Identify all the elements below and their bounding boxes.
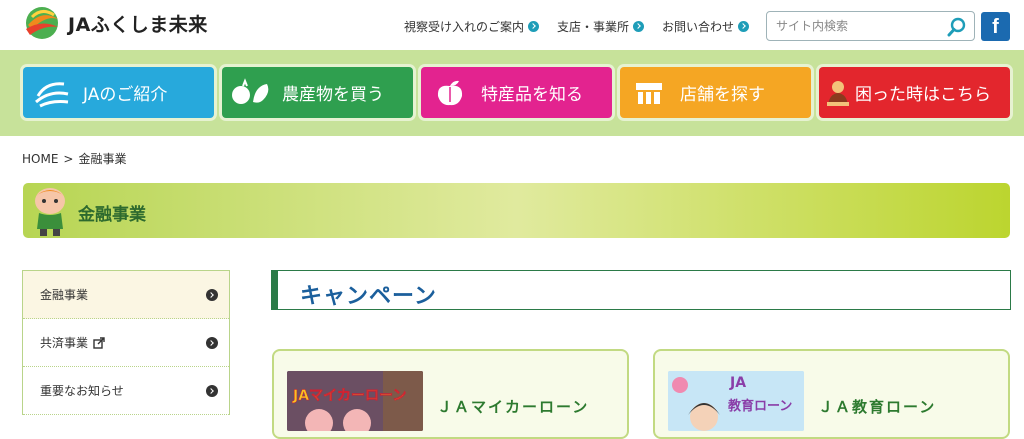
search-input[interactable]: [767, 12, 937, 40]
nav-label: 困った時はこちら: [855, 85, 991, 105]
sidebar-item-finance[interactable]: 金融事業: [23, 271, 229, 319]
breadcrumb-home[interactable]: HOME: [22, 152, 58, 166]
search-box: [766, 11, 975, 41]
breadcrumb: HOME > 金融事業: [22, 150, 126, 167]
thumbnail-caption-bottom: 教育ローン: [728, 399, 793, 414]
nav-help[interactable]: 困った時はこちら: [819, 67, 1010, 118]
card-title: ＪＡマイカーローン: [437, 398, 590, 416]
link-label: 支店・事業所: [557, 20, 630, 34]
link-tour-guide[interactable]: 視察受け入れのご案内: [404, 18, 540, 35]
search-icon[interactable]: [947, 17, 967, 37]
external-link-icon: [93, 336, 105, 349]
nav-buy-produce[interactable]: 農産物を買う: [222, 67, 413, 118]
peach-icon: [425, 78, 475, 108]
page-title-band: 金融事業: [23, 183, 1010, 238]
campaign-card-education-loan[interactable]: JA 教育ローン ＪＡ教育ローン: [653, 349, 1010, 439]
nav-specialty[interactable]: 特産品を知る: [421, 67, 612, 118]
ja-logo-icon: [26, 7, 58, 39]
arrow-right-icon: [528, 21, 540, 32]
produce-icon: [226, 77, 276, 108]
site-logo[interactable]: JAふくしま未来: [22, 5, 208, 41]
link-branches[interactable]: 支店・事業所: [557, 18, 645, 35]
sidebar-item-label: 金融事業: [40, 288, 89, 302]
sidebar-item-label: 重要なお知らせ: [40, 384, 124, 398]
top-links: 視察受け入れのご案内 支店・事業所 お問い合わせ: [404, 18, 767, 35]
help-icon: [823, 78, 853, 108]
nav-label: 店舗を探す: [680, 85, 765, 105]
breadcrumb-current: 金融事業: [78, 152, 127, 166]
section-heading: キャンペーン: [271, 270, 1011, 310]
link-label: 視察受け入れのご案内: [404, 20, 525, 34]
chevron-right-icon: [206, 385, 218, 397]
ja-logo-icon: [27, 78, 77, 108]
global-nav: JAのご紹介 農産物を買う 特産品を知る 店舗を探す 困った時はこちら: [0, 50, 1024, 136]
thumbnail-caption-top: JA: [730, 375, 747, 391]
section-heading-text: キャンペーン: [300, 284, 437, 309]
nav-label: 農産物を買う: [282, 85, 384, 105]
logo-text: JAふくしま未来: [68, 13, 208, 36]
facebook-icon[interactable]: f: [981, 12, 1010, 41]
sidebar-item-mutual-aid[interactable]: 共済事業: [23, 319, 229, 367]
thumbnail-caption: JAマイカーローン: [293, 388, 407, 405]
card-title: ＪＡ教育ローン: [818, 398, 937, 416]
sidebar-item-notices[interactable]: 重要なお知らせ: [23, 367, 229, 415]
site-header: JAふくしま未来 視察受け入れのご案内 支店・事業所 お問い合わせ f: [0, 0, 1024, 50]
nav-find-store[interactable]: 店舗を探す: [620, 67, 811, 118]
car-loan-thumbnail: JAマイカーローン: [287, 371, 423, 431]
chevron-right-icon: [206, 337, 218, 349]
link-label: お問い合わせ: [662, 20, 735, 34]
link-contact[interactable]: お問い合わせ: [662, 18, 750, 35]
nav-label: 特産品を知る: [481, 85, 583, 105]
sidebar-item-label: 共済事業: [40, 336, 89, 350]
nav-ja-intro[interactable]: JAのご紹介: [23, 67, 214, 118]
page-title: 金融事業: [78, 205, 146, 225]
chevron-right-icon: [206, 289, 218, 301]
store-icon: [624, 78, 674, 108]
sidebar: 金融事業 共済事業 重要なお知らせ: [22, 270, 230, 415]
education-loan-thumbnail: JA 教育ローン: [668, 371, 804, 431]
arrow-right-icon: [633, 21, 645, 32]
campaign-card-car-loan[interactable]: JAマイカーローン ＪＡマイカーローン: [272, 349, 629, 439]
nav-label: JAのご紹介: [83, 85, 168, 105]
breadcrumb-separator: >: [63, 152, 74, 166]
mascot-icon: [35, 188, 65, 236]
arrow-right-icon: [738, 21, 750, 32]
